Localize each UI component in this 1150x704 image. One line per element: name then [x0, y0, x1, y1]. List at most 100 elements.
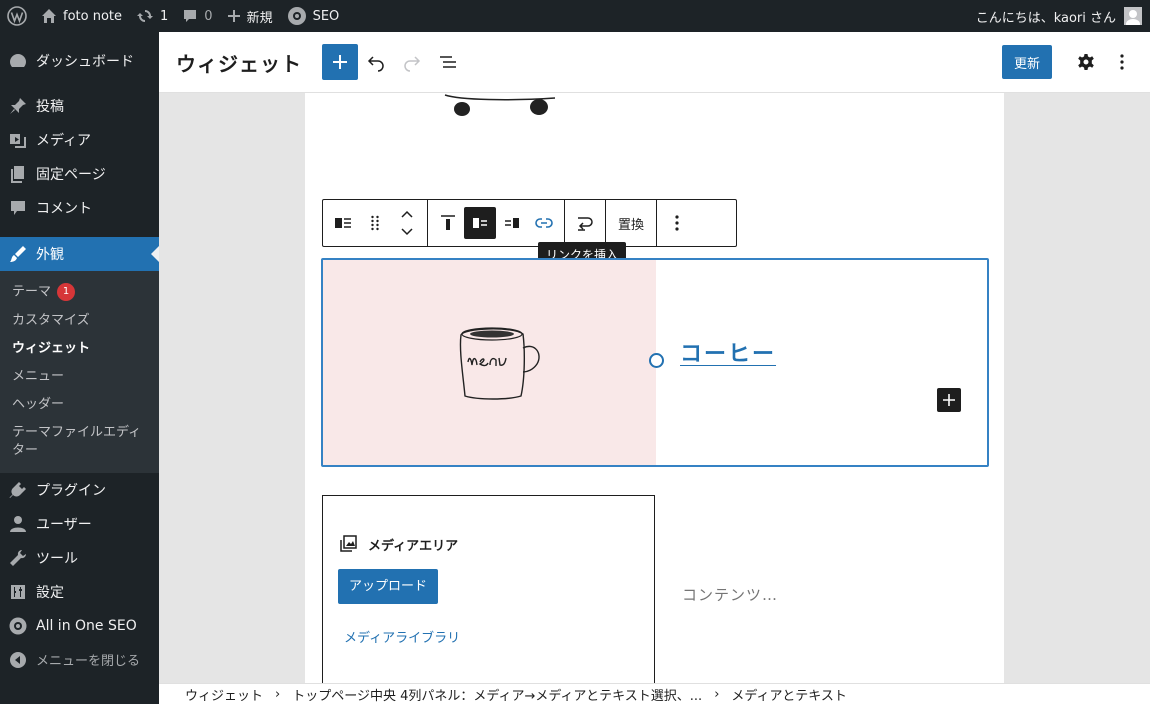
content-placeholder[interactable]: コンテンツ… [682, 584, 778, 605]
comment-icon [184, 10, 197, 22]
media-text-block[interactable]: コーヒー [321, 258, 989, 467]
block-inserter-button[interactable] [322, 44, 358, 80]
seo-menu-link[interactable]: SEO [280, 0, 347, 32]
sidebar-item-label: ダッシュボード [36, 54, 134, 70]
submenu-item-header[interactable]: ヘッダー [0, 391, 159, 419]
submenu-item-customize[interactable]: カスタマイズ [0, 307, 159, 335]
plus-icon [227, 10, 240, 22]
update-badge: 1 [57, 283, 76, 301]
brush-icon [10, 246, 26, 262]
sidebar-item-posts[interactable]: 投稿 [0, 89, 159, 123]
drag-handle[interactable] [359, 207, 391, 239]
chevron-up-down-icon [401, 210, 413, 236]
submenu-item-widgets[interactable]: ウィジェット [0, 335, 159, 363]
sidebar-item-appearance[interactable]: 外観 [0, 237, 159, 271]
insert-link-button[interactable] [528, 207, 560, 239]
heading-link[interactable]: コーヒー [680, 336, 776, 368]
redo-button[interactable] [394, 44, 430, 80]
dashboard-icon [10, 54, 26, 67]
block-options-button[interactable] [661, 207, 693, 239]
user-icon [10, 515, 26, 532]
updates-icon [137, 10, 154, 22]
resize-handle[interactable] [649, 353, 664, 368]
wordpress-logo-button[interactable] [0, 0, 34, 32]
site-name: foto note [63, 8, 123, 24]
editor-header: ウィジェット 更新 [159, 32, 1150, 93]
sidebar-item-plugins[interactable]: プラグイン [0, 473, 159, 507]
comments-link[interactable]: 0 [175, 0, 219, 32]
sidebar-item-label: ツール [36, 550, 78, 567]
plus-icon [333, 55, 347, 69]
comments-icon [11, 201, 25, 215]
options-button[interactable] [1104, 44, 1140, 80]
collapse-menu-button[interactable]: メニューを閉じる [0, 643, 159, 677]
sidebar-item-label: コメント [36, 201, 92, 217]
move-up-down-button[interactable] [391, 207, 423, 239]
updates-link[interactable]: 1 [129, 0, 175, 32]
media-area[interactable] [323, 260, 656, 465]
submenu-item-theme-editor[interactable]: テーマファイルエディター [0, 419, 159, 465]
sidebar-item-comments[interactable]: コメント [0, 191, 159, 225]
add-block-button[interactable] [937, 388, 961, 412]
appearance-submenu: テーマ 1 カスタマイズ ウィジェット メニュー ヘッダー テーマファイルエディタ… [0, 271, 159, 473]
block-type-button[interactable] [327, 207, 359, 239]
sidebar-item-label: メディア [36, 133, 92, 149]
submenu-item-themes[interactable]: テーマ 1 [0, 278, 159, 307]
chevron-right-icon: › [714, 686, 720, 702]
admin-sidebar: ダッシュボード 投稿 メディア 固定ページ コメント 外観 テーマ 1 カスタマイ… [0, 32, 159, 704]
illustration-image [444, 94, 556, 116]
media-right-button[interactable] [496, 207, 528, 239]
media-text-icon [335, 218, 351, 228]
list-view-button[interactable] [430, 44, 466, 80]
media-right-icon [505, 218, 519, 228]
home-icon [42, 9, 56, 23]
account-menu[interactable]: こんにちは、kaori さん [976, 0, 1150, 32]
sidebar-item-label: 固定ページ [36, 167, 106, 183]
placeholder-label: メディアエリア [368, 538, 459, 554]
sidebar-item-pages[interactable]: 固定ページ [0, 157, 159, 191]
update-button[interactable]: 更新 [1001, 45, 1052, 79]
sidebar-item-label: ユーザー [36, 516, 92, 533]
sidebar-item-label: 外観 [36, 247, 64, 263]
block-toolbar: 置換 [322, 199, 737, 247]
new-label: 新規 [246, 10, 273, 26]
sidebar-item-users[interactable]: ユーザー [0, 507, 159, 541]
breadcrumb-item[interactable]: メディアとテキスト [731, 685, 846, 704]
submenu-item-menus[interactable]: メニュー [0, 363, 159, 391]
new-content-link[interactable]: 新規 [220, 0, 280, 32]
sidebar-item-label: 設定 [36, 584, 64, 601]
avatar [1124, 7, 1142, 25]
sidebar-item-tools[interactable]: ツール [0, 541, 159, 575]
upload-button[interactable]: アップロード [338, 569, 439, 604]
wrench-icon [10, 549, 27, 566]
breadcrumb-item[interactable]: ウィジェット [185, 685, 263, 704]
sidebar-item-label: プラグイン [36, 482, 106, 499]
greeting: こんにちは、kaori さん [975, 10, 1116, 26]
wrap-icon [578, 217, 593, 231]
site-name-link[interactable]: foto note [34, 0, 129, 32]
replace-button[interactable]: 置換 [610, 214, 652, 233]
media-library-icon [340, 535, 357, 552]
sidebar-item-aioseo[interactable]: All in One SEO [0, 609, 159, 643]
collapse-icon [10, 651, 26, 668]
align-top-button[interactable] [432, 207, 464, 239]
breadcrumb-item[interactable]: トップページ中央 4列パネル：メディア→メディアとテキスト選択、... [292, 685, 702, 704]
pages-icon [11, 166, 24, 183]
pin-icon [10, 98, 26, 114]
text-wrap-button[interactable] [569, 207, 601, 239]
settings-button[interactable] [1068, 44, 1104, 80]
undo-button[interactable] [358, 44, 394, 80]
sidebar-item-media[interactable]: メディア [0, 123, 159, 157]
sidebar-item-dashboard[interactable]: ダッシュボード [0, 44, 159, 78]
admin-bar: foto note 1 0 新規 SEO こんにちは、kaori さん [0, 0, 1150, 32]
wordpress-icon [7, 6, 27, 26]
media-text-content[interactable]: コーヒー [656, 260, 987, 465]
media-left-button[interactable] [464, 207, 496, 239]
media-library-button[interactable]: メディアライブラリ [344, 627, 639, 646]
align-top-icon [441, 215, 455, 230]
plugin-icon [9, 481, 26, 498]
sidebar-item-label: メニューを閉じる [36, 654, 141, 669]
seo-gear-icon [287, 7, 306, 25]
sidebar-item-settings[interactable]: 設定 [0, 575, 159, 609]
redo-icon [404, 56, 421, 72]
